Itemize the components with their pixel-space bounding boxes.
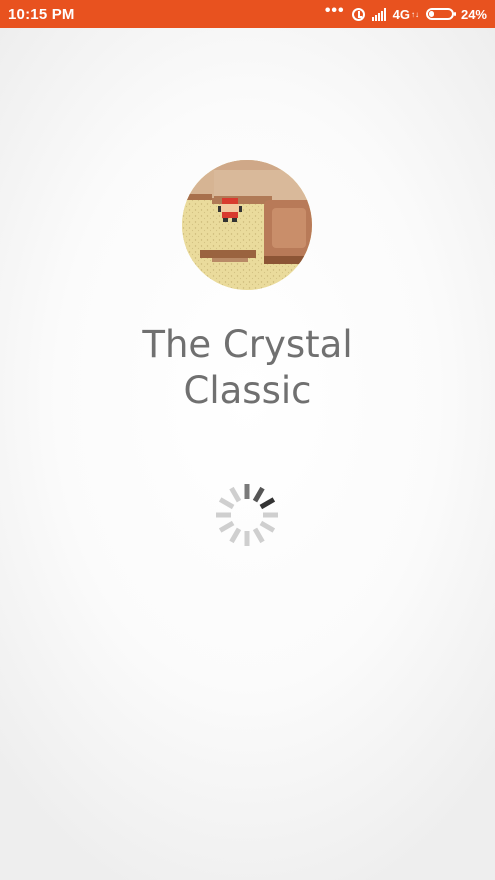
app-icon-artwork (182, 160, 312, 290)
alarm-icon (351, 7, 365, 21)
spinner-spoke (218, 497, 235, 510)
status-icons: ••• 4G ↑↓ 24% (325, 2, 487, 22)
signal-icon (371, 7, 386, 21)
spinner-spoke (259, 497, 276, 510)
loading-spinner-icon (216, 484, 278, 546)
more-dots-icon: ••• (324, 2, 345, 19)
spinner-spoke (218, 520, 235, 533)
network-activity: ↑↓ (410, 9, 419, 19)
spinner-spoke (252, 486, 265, 503)
battery-percent: 24% (460, 6, 487, 22)
network-type: 4G ↑↓ (393, 7, 419, 22)
battery-level-fill (428, 11, 434, 17)
spinner-spoke (259, 520, 276, 533)
spinner-spoke (229, 527, 242, 544)
app-title-line-2: Classic (183, 369, 312, 412)
app-title-line-1: The Crystal (142, 323, 353, 366)
splash-screen: 10:15 PM ••• 4G ↑↓ 24% The Crystal Class… (0, 0, 495, 880)
battery-icon (425, 8, 456, 20)
app-title: The Crystal Classic (0, 322, 495, 414)
spinner-spoke (229, 486, 242, 503)
spinner-spoke (252, 527, 265, 544)
status-bar: 10:15 PM ••• 4G ↑↓ 24% (0, 0, 495, 28)
network-label: 4G (392, 6, 410, 22)
app-icon (182, 160, 312, 290)
status-time: 10:15 PM (8, 5, 75, 23)
